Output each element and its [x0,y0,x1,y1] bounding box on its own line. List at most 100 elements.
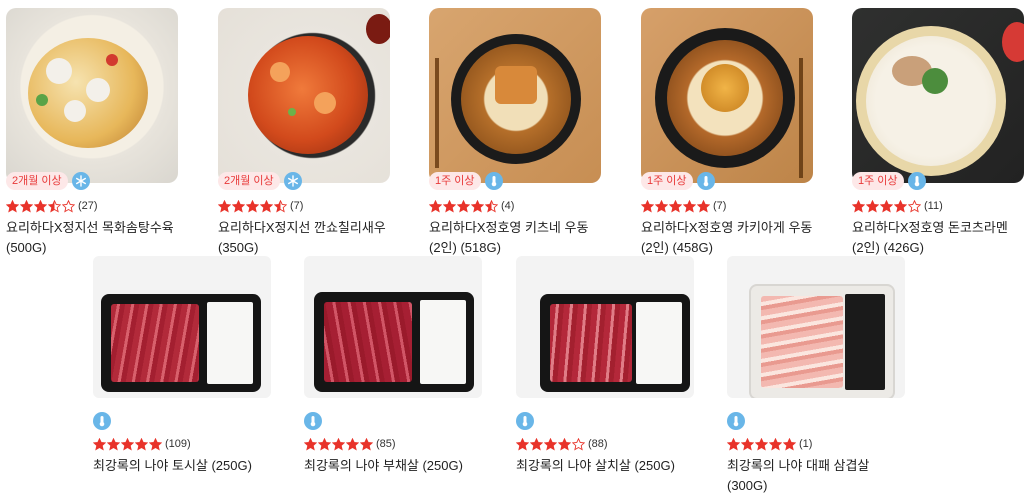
star-icon [783,437,796,451]
rating: (11) [852,198,943,214]
star-rating [727,437,797,451]
star-icon [48,199,61,213]
review-count: (7) [713,200,727,212]
star-icon [866,199,879,213]
shelf-life-badge: 1주 이상 [852,172,904,190]
thermometer-icon [696,172,715,190]
star-icon [741,437,754,451]
review-count: (11) [924,200,943,212]
product-image[interactable] [641,8,813,183]
star-icon [149,437,162,451]
star-icon [274,199,287,213]
star-icon [93,437,106,451]
thermometer-icon [727,412,745,430]
product-image[interactable] [429,8,601,183]
rating: (7) [218,198,303,214]
badge-row: 1주 이상 [852,172,926,190]
star-icon [246,199,259,213]
star-rating [641,199,711,213]
product-name[interactable]: 최강록의 나야 토시살 (250G) [93,456,273,476]
star-icon [544,437,557,451]
product-image[interactable] [218,8,390,183]
product-name[interactable]: 최강록의 나야 살치살 (250G) [516,456,696,476]
product-name[interactable]: 요리하다X정호영 키츠네 우동 (2인) (518G) [429,218,601,258]
star-icon [20,199,33,213]
product-card[interactable]: 2개월 이상 (27) 요리하다X정지선 목화솜탕수육 (500G) [6,8,178,255]
review-count: (88) [588,438,608,450]
product-card[interactable]: (88) 최강록의 나야 살치살 (250G) [516,256,696,500]
review-count: (109) [165,438,191,450]
product-name[interactable]: 최강록의 나야 대패 삼겹살 (300G) [727,456,907,496]
badge-row: 1주 이상 [429,172,503,190]
star-icon [346,437,359,451]
shelf-life-badge: 1주 이상 [429,172,481,190]
thermometer-icon [484,172,503,190]
star-icon [908,199,921,213]
product-card[interactable]: (1) 최강록의 나야 대패 삼겹살 (300G) [727,256,907,500]
rating: (4) [429,198,514,214]
product-card[interactable]: 1주 이상 (11) 요리하다X정호영 돈코츠라멘 (2인) (426G) [852,8,1024,255]
thermometer-icon [304,412,322,430]
review-count: (7) [290,200,304,212]
product-card[interactable]: 2개월 이상 (7) 요리하다X정지선 깐쇼칠리새우 (350G) [218,8,390,255]
product-image[interactable] [516,256,694,398]
review-count: (4) [501,200,515,212]
badge-row [727,412,745,430]
star-icon [852,199,865,213]
rating: (85) [304,436,396,452]
review-count: (85) [376,438,396,450]
star-icon [34,199,47,213]
product-name[interactable]: 최강록의 나야 부채살 (250G) [304,456,484,476]
star-icon [516,437,529,451]
star-icon [121,437,134,451]
product-image[interactable] [727,256,905,398]
star-icon [894,199,907,213]
review-count: (1) [799,438,813,450]
product-card[interactable]: 1주 이상 (4) 요리하다X정호영 키츠네 우동 (2인) (518G) [429,8,601,255]
thermometer-icon [93,412,111,430]
shelf-life-badge: 2개월 이상 [218,172,280,190]
star-icon [769,437,782,451]
star-rating [304,437,374,451]
star-icon [232,199,245,213]
star-icon [485,199,498,213]
star-rating [93,437,163,451]
star-rating [852,199,922,213]
star-icon [471,199,484,213]
star-icon [429,199,442,213]
star-icon [6,199,19,213]
product-name[interactable]: 요리하다X정호영 돈코츠라멘 (2인) (426G) [852,218,1024,258]
snowflake-icon [283,172,302,190]
star-icon [880,199,893,213]
product-image[interactable] [304,256,482,398]
star-icon [457,199,470,213]
shelf-life-badge: 1주 이상 [641,172,693,190]
thermometer-icon [907,172,926,190]
shelf-life-badge: 2개월 이상 [6,172,68,190]
product-card[interactable]: (85) 최강록의 나야 부채살 (250G) [304,256,484,500]
star-icon [727,437,740,451]
badge-row: 1주 이상 [641,172,715,190]
product-image[interactable] [6,8,178,183]
snowflake-icon [71,172,90,190]
product-name[interactable]: 요리하다X정호영 카키아게 우동 (2인) (458G) [641,218,813,258]
rating: (109) [93,436,191,452]
star-icon [572,437,585,451]
star-rating [429,199,499,213]
thermometer-icon [516,412,534,430]
product-image[interactable] [93,256,271,398]
product-name[interactable]: 요리하다X정지선 깐쇼칠리새우 (350G) [218,218,390,258]
star-icon [304,437,317,451]
product-card[interactable]: 1주 이상 (7) 요리하다X정호영 카키아게 우동 (2인) (458G) [641,8,813,255]
star-rating [516,437,586,451]
review-count: (27) [78,200,98,212]
star-icon [260,199,273,213]
star-icon [62,199,75,213]
product-image[interactable] [852,8,1024,183]
badge-row: 2개월 이상 [6,172,90,190]
star-icon [755,437,768,451]
product-card[interactable]: (109) 최강록의 나야 토시살 (250G) [93,256,273,500]
rating: (7) [641,198,726,214]
star-rating [218,199,288,213]
product-name[interactable]: 요리하다X정지선 목화솜탕수육 (500G) [6,218,178,258]
